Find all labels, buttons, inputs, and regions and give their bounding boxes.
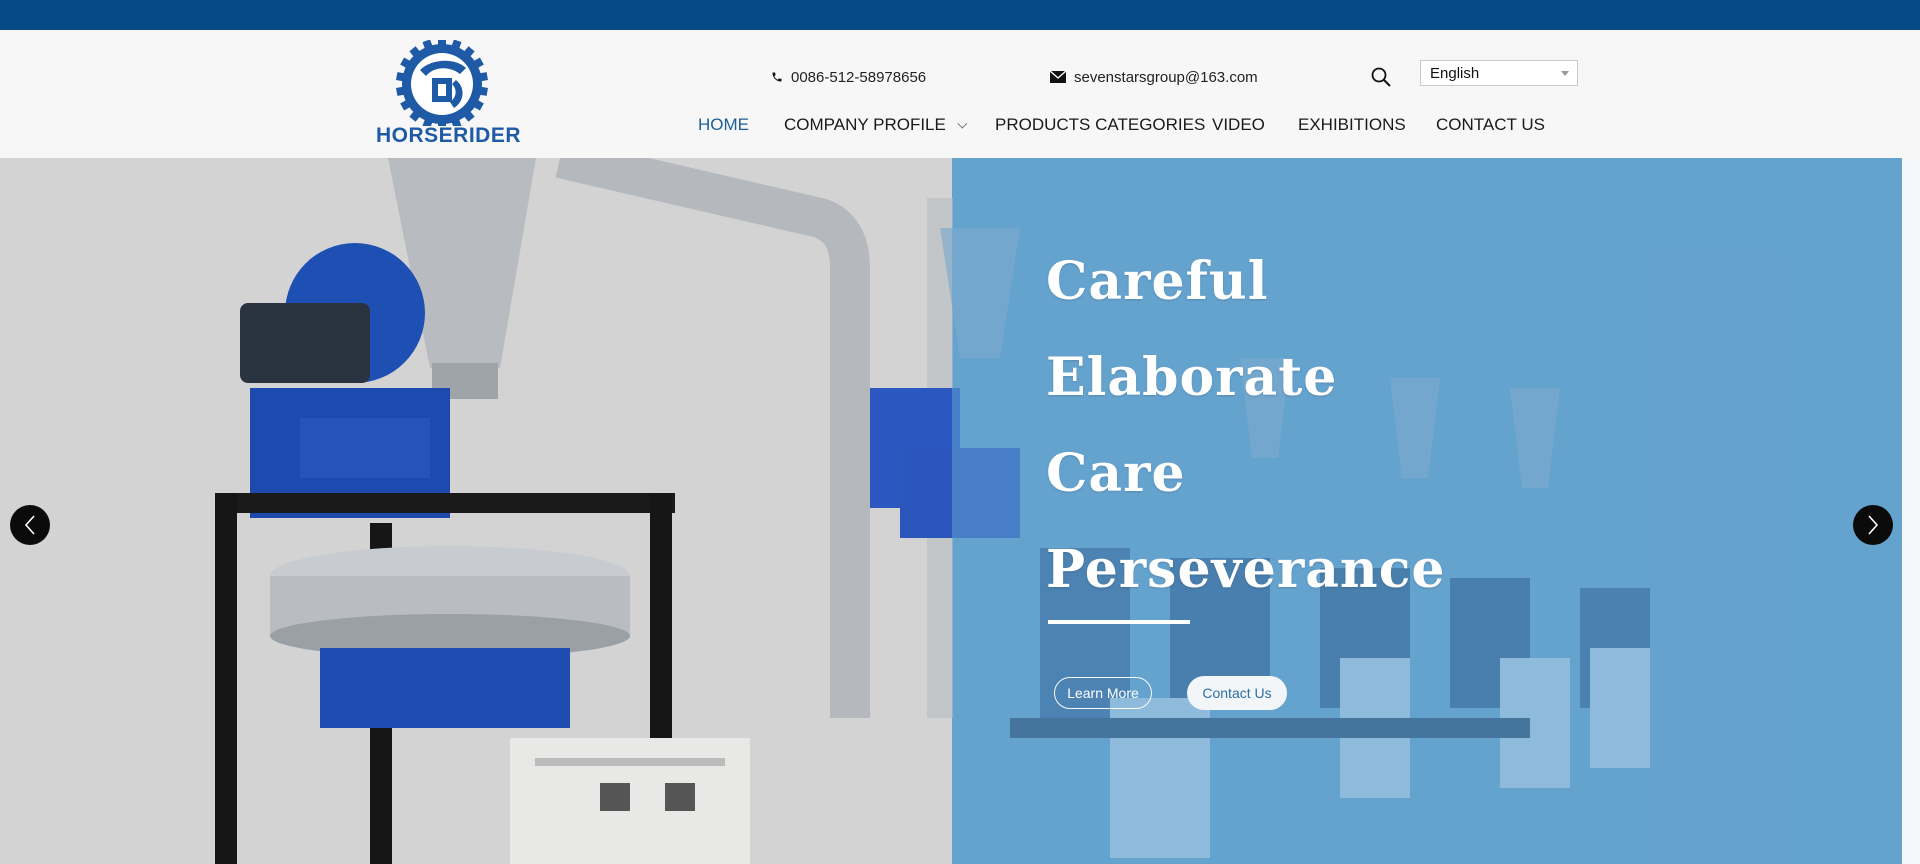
chevron-left-icon — [24, 515, 35, 535]
hero-slogan-divider — [1048, 620, 1190, 624]
header-phone[interactable]: 0086-512-58978656 — [771, 67, 926, 87]
nav-item-products-categories[interactable]: PRODUCTS CATEGORIES — [995, 115, 1205, 135]
hero-slogan-line-2: Elaborate — [1046, 347, 1338, 408]
hero-slogan-line-4: Perseverance — [1046, 539, 1446, 600]
slider-next-button[interactable] — [1853, 505, 1893, 545]
hero-slogan-line-3: Care — [1046, 443, 1186, 504]
hero-slider: Careful Elaborate Care Perseverance — [0, 158, 1920, 864]
hero-edge-strip — [1902, 158, 1920, 864]
logo-wordmark: HORSERIDER — [376, 124, 522, 147]
envelope-icon — [1050, 71, 1066, 83]
logo[interactable]: HORSERIDER — [376, 38, 522, 148]
nav-item-video[interactable]: VIDEO — [1212, 115, 1265, 135]
phone-icon — [772, 72, 782, 82]
search-button[interactable] — [1370, 66, 1392, 88]
contact-us-button[interactable]: Contact Us — [1187, 676, 1287, 710]
nav-item-label: COMPANY PROFILE — [784, 115, 946, 134]
top-bar — [0, 0, 1920, 30]
caret-down-icon — [1561, 71, 1569, 76]
nav-item-home[interactable]: HOME — [698, 115, 749, 135]
gear-logo-icon — [396, 38, 488, 130]
email-address: sevenstarsgroup@163.com — [1074, 68, 1258, 86]
hero-slogan-line-1: Careful — [1046, 251, 1269, 312]
chevron-right-icon — [1868, 515, 1879, 535]
language-select-value: English — [1430, 64, 1480, 82]
header-email[interactable]: sevenstarsgroup@163.com — [1050, 67, 1258, 87]
nav-item-company-profile[interactable]: COMPANY PROFILE — [784, 115, 968, 135]
slider-prev-button[interactable] — [10, 505, 50, 545]
phone-number: 0086-512-58978656 — [791, 68, 927, 86]
site-header — [0, 30, 1920, 158]
learn-more-button[interactable]: Learn More — [1054, 677, 1152, 709]
nav-item-contact-us[interactable]: CONTACT US — [1436, 115, 1545, 135]
search-icon — [1371, 67, 1391, 87]
language-select[interactable]: English — [1420, 60, 1578, 86]
nav-item-exhibitions[interactable]: EXHIBITIONS — [1298, 115, 1406, 135]
